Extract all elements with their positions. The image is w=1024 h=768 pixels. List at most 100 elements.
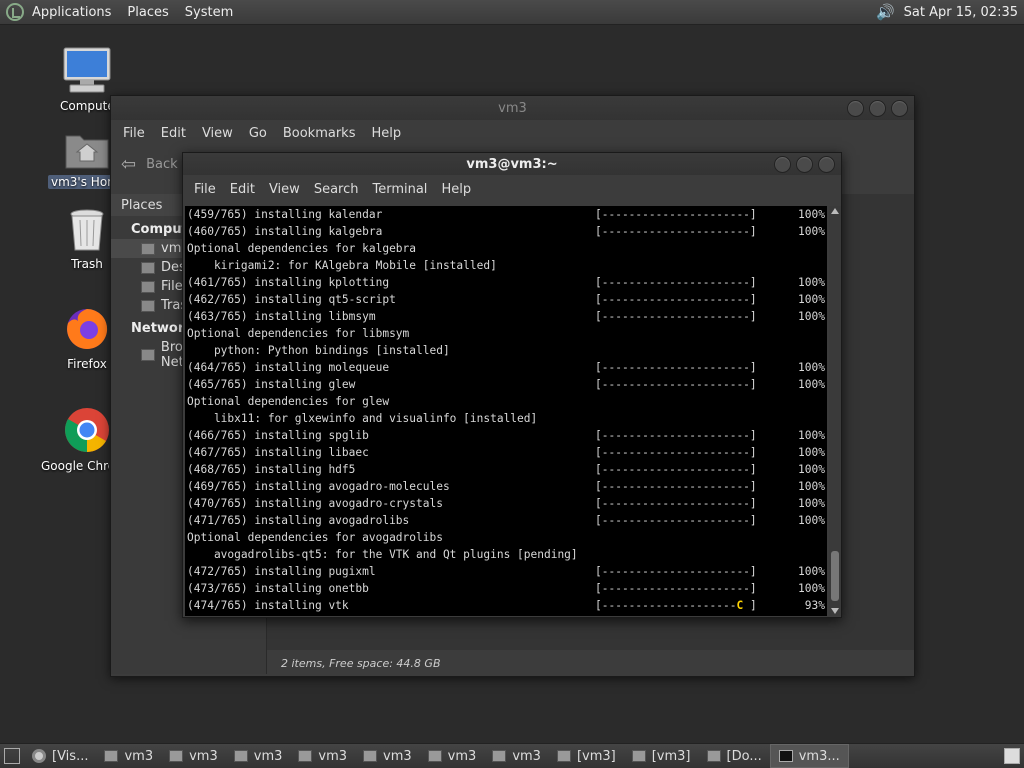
scrollbar-thumb[interactable] xyxy=(831,551,839,601)
progress-bar-track: [----------------------] xyxy=(595,293,757,306)
terminal-line: avogadrolibs-qt5: for the VTK and Qt plu… xyxy=(185,546,827,563)
taskbar-item-label: vm3 xyxy=(447,748,477,764)
term-icon xyxy=(778,750,793,762)
terminal-line-text: (461/765) installing kplotting xyxy=(187,276,390,289)
terminal-line: (467/765) installing libaec [------------… xyxy=(185,444,827,461)
menu-file[interactable]: File xyxy=(115,126,153,141)
maximize-button[interactable] xyxy=(869,100,886,117)
progress-bar-text: [----------------------] xyxy=(595,478,757,495)
terminal-line-text: (464/765) installing molequeue xyxy=(187,361,390,374)
menu-view[interactable]: View xyxy=(262,182,307,197)
clock[interactable]: Sat Apr 15, 02:35 xyxy=(904,5,1018,20)
progress-bar-track: [----------------------] xyxy=(595,276,757,289)
progress-percent: 100% xyxy=(798,361,825,374)
progress-bar-track: [----------------------] xyxy=(595,446,757,459)
taskbar-item-label: vm3 xyxy=(512,748,541,764)
menu-file[interactable]: File xyxy=(187,182,223,197)
menu-help[interactable]: Help xyxy=(434,182,478,197)
progress-bar-text: [----------------------] xyxy=(595,512,757,529)
file-manager-titlebar[interactable]: vm3 xyxy=(111,96,914,120)
terminal-line-text: (463/765) installing libmsym xyxy=(187,310,376,323)
terminal-line: libx11: for glxewinfo and visualinfo [in… xyxy=(185,410,827,427)
terminal-scrollbar[interactable] xyxy=(829,206,841,616)
progress-bar-track: [----------------------] xyxy=(595,225,757,238)
taskbar-item-label: vm3... xyxy=(798,748,840,764)
progress-bar-text: [----------------------] xyxy=(595,444,757,461)
terminal-line: Optional dependencies for avogadrolibs xyxy=(185,529,827,546)
workspace-switcher-icon[interactable] xyxy=(1004,748,1020,764)
progress-bar-track: [----------------------] xyxy=(595,361,757,374)
minimize-button[interactable] xyxy=(774,156,791,173)
progress-bar-track: [----------------------] xyxy=(595,378,757,391)
trash-icon xyxy=(70,209,104,251)
taskbar-item-label: vm3 xyxy=(318,748,348,764)
progress-bar-text: [----------------------] xyxy=(595,563,757,580)
trash-icon xyxy=(141,299,155,312)
back-arrow-icon[interactable]: ⇦ xyxy=(121,154,136,175)
mate-logo-icon[interactable] xyxy=(6,3,24,21)
folder-icon xyxy=(363,750,378,762)
taskbar-item[interactable]: vm3... xyxy=(769,744,849,768)
minimize-button[interactable] xyxy=(847,100,864,117)
progress-bar-track: [-------------------- xyxy=(595,599,737,612)
terminal-titlebar[interactable]: vm3@vm3:~ xyxy=(183,153,841,175)
menu-go[interactable]: Go xyxy=(241,126,275,141)
terminal-line-text: avogadrolibs-qt5: for the VTK and Qt plu… xyxy=(187,548,578,561)
terminal-line: (469/765) installing avogadro-molecules [… xyxy=(185,478,827,495)
speaker-icon[interactable]: 🔊 xyxy=(876,3,896,21)
maximize-button[interactable] xyxy=(796,156,813,173)
taskbar-item[interactable]: [vm3] xyxy=(549,745,624,767)
progress-percent: 100% xyxy=(798,293,825,306)
taskbar-item[interactable]: vm3 xyxy=(484,745,549,767)
progress-bar-track: [----------------------] xyxy=(595,565,757,578)
terminal-output[interactable]: (459/765) installing kalendar [----------… xyxy=(185,206,827,616)
menu-search[interactable]: Search xyxy=(307,182,366,197)
places-menu[interactable]: Places xyxy=(119,5,176,20)
terminal-line-text: (459/765) installing kalendar xyxy=(187,208,383,221)
terminal-line: (471/765) installing avogadrolibs [------… xyxy=(185,512,827,529)
taskbar-item[interactable]: [Vis... xyxy=(24,745,96,767)
terminal-line-text: (467/765) installing libaec xyxy=(187,446,369,459)
taskbar-item[interactable]: vm3 xyxy=(355,745,420,767)
menu-edit[interactable]: Edit xyxy=(223,182,262,197)
close-button[interactable] xyxy=(818,156,835,173)
progress-bar-text: [----------------------] xyxy=(595,495,757,512)
terminal-window[interactable]: vm3@vm3:~ File Edit View Search Terminal… xyxy=(182,152,842,618)
bottom-taskbar: [Vis... vm3 vm3 vm3 vm3 vm3 vm3 vm3 [vm3] [vm3] [D… xyxy=(0,743,1024,768)
terminal-line-text: (473/765) installing onetbb xyxy=(187,582,369,595)
terminal-line: (470/765) installing avogadro-crystals [-… xyxy=(185,495,827,512)
menu-edit[interactable]: Edit xyxy=(153,126,194,141)
menu-bookmarks[interactable]: Bookmarks xyxy=(275,126,364,141)
back-button[interactable]: Back xyxy=(146,157,178,172)
taskbar-item[interactable]: [Do... xyxy=(699,745,770,767)
terminal-line: (468/765) installing hdf5 [--------------… xyxy=(185,461,827,478)
show-desktop-icon[interactable] xyxy=(4,748,20,764)
scroll-up-arrow-icon[interactable] xyxy=(831,208,839,214)
window-title: vm3@vm3:~ xyxy=(466,156,558,172)
terminal-line-text: (462/765) installing qt5-script xyxy=(187,293,396,306)
terminal-line: (463/765) installing libmsym [-----------… xyxy=(185,308,827,325)
taskbar-item[interactable]: vm3 xyxy=(226,745,291,767)
progress-percent: 100% xyxy=(798,310,825,323)
menu-view[interactable]: View xyxy=(194,126,241,141)
scroll-down-arrow-icon[interactable] xyxy=(831,608,839,614)
folder-icon xyxy=(104,750,119,762)
taskbar-item[interactable]: vm3 xyxy=(161,745,226,767)
terminal-line: (474/765) installing vtk [---------------… xyxy=(185,597,827,614)
progress-percent: 100% xyxy=(798,225,825,238)
taskbar-item[interactable]: vm3 xyxy=(96,745,161,767)
taskbar-item[interactable]: vm3 xyxy=(420,745,485,767)
close-button[interactable] xyxy=(891,100,908,117)
taskbar-item[interactable]: [vm3] xyxy=(624,745,699,767)
system-menu[interactable]: System xyxy=(177,5,241,20)
folder-icon xyxy=(631,750,646,762)
menu-help[interactable]: Help xyxy=(363,126,409,141)
taskbar-item-label: [vm3] xyxy=(651,748,691,764)
progress-bar-track: [----------------------] xyxy=(595,208,757,221)
taskbar-item[interactable]: vm3 xyxy=(290,745,355,767)
window-controls xyxy=(774,156,835,173)
menu-terminal[interactable]: Terminal xyxy=(365,182,434,197)
progress-bar-text: [----------------------] xyxy=(595,308,757,325)
applications-menu[interactable]: Applications xyxy=(24,5,119,20)
terminal-line: (459/765) installing kalendar [----------… xyxy=(185,206,827,223)
